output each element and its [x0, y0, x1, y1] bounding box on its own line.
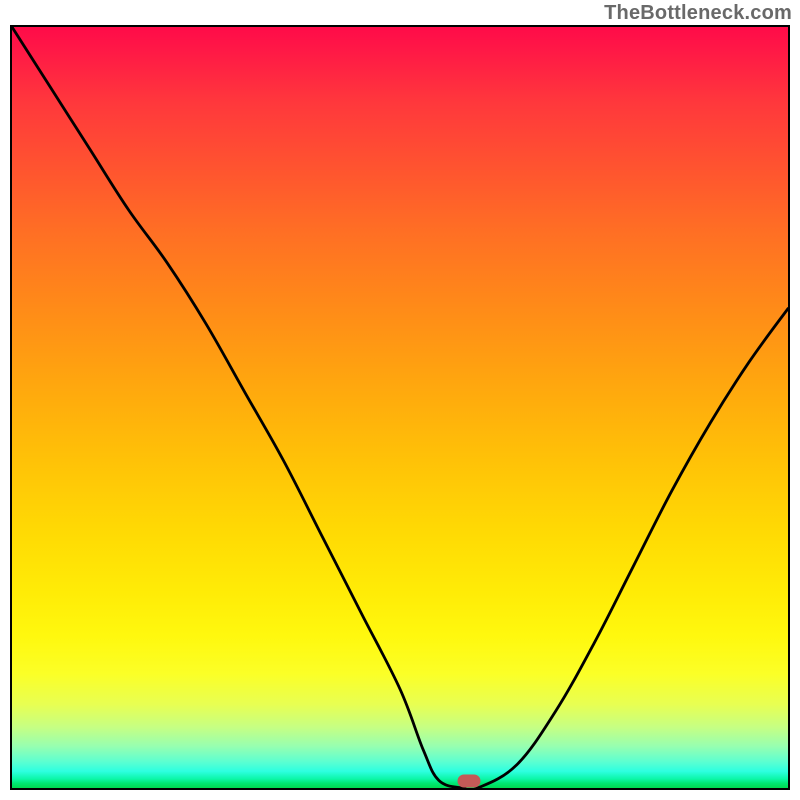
- watermark-text: TheBottleneck.com: [604, 2, 792, 25]
- bottleneck-curve: [12, 27, 788, 788]
- optimal-marker: [458, 775, 481, 788]
- plot-area: [10, 25, 790, 790]
- chart-container: TheBottleneck.com: [0, 0, 800, 800]
